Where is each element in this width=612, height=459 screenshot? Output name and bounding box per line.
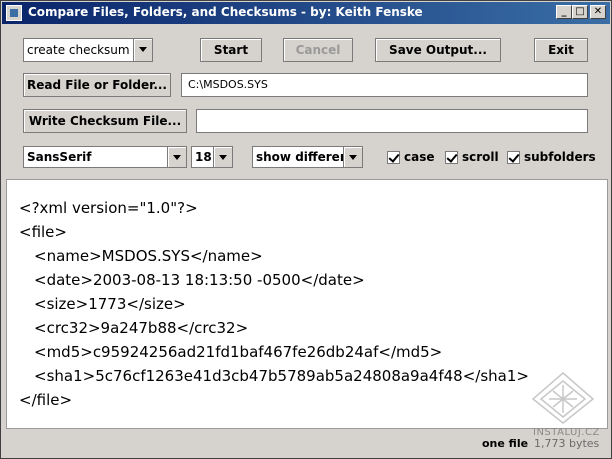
case-checkbox[interactable]: case xyxy=(387,149,435,165)
size-select[interactable]: 18 xyxy=(191,146,233,168)
status-byte-count: 1,773 bytes xyxy=(534,437,600,450)
status-file-count: one file xyxy=(482,437,529,450)
output-line: <md5>c95924256ad21fd1baf467fe26db24af</m… xyxy=(34,343,443,361)
app-window: Compare Files, Folders, and Checksums - … xyxy=(0,0,612,459)
subfolders-checkbox[interactable]: subfolders xyxy=(507,149,596,165)
output-text-area[interactable]: <?xml version="1.0"?> <file> <name>MSDOS… xyxy=(6,179,608,429)
start-button[interactable]: Start xyxy=(200,38,262,62)
output-line: <crc32>9a247b88</crc32> xyxy=(34,319,249,337)
chevron-down-icon[interactable] xyxy=(213,147,232,167)
output-line: <sha1>5c76cf1263e41d3cb47b5789ab5a24808a… xyxy=(34,367,529,385)
minimize-button[interactable]: _ xyxy=(556,5,572,19)
output-line: <name>MSDOS.SYS</name> xyxy=(34,247,263,265)
read-path-field[interactable]: C:\MSDOS.SYS xyxy=(181,73,588,97)
subfolders-checkbox-label: subfolders xyxy=(524,150,596,164)
output-line: <file> xyxy=(19,223,67,241)
app-icon xyxy=(6,5,22,21)
output-line: <date>2003-08-13 18:13:50 -0500</date> xyxy=(34,271,365,289)
window-title: Compare Files, Folders, and Checksums - … xyxy=(28,5,423,19)
cancel-button[interactable]: Cancel xyxy=(283,38,353,62)
show-select-value: show different xyxy=(256,150,355,164)
output-line: <?xml version="1.0"?> xyxy=(19,199,198,217)
mode-select[interactable]: create checksum xyxy=(23,38,153,62)
size-select-value: 18 xyxy=(195,150,212,164)
show-select[interactable]: show different xyxy=(252,146,363,168)
mode-select-value: create checksum xyxy=(27,43,130,57)
save-output-button[interactable]: Save Output... xyxy=(375,38,501,62)
write-checksum-button[interactable]: Write Checksum File... xyxy=(23,109,187,133)
watermark-logo xyxy=(531,372,595,424)
check-icon[interactable] xyxy=(387,150,400,164)
close-button[interactable]: ✕ xyxy=(590,5,606,19)
exit-button[interactable]: Exit xyxy=(534,38,588,62)
chevron-down-icon[interactable] xyxy=(133,39,152,61)
title-bar[interactable]: Compare Files, Folders, and Checksums - … xyxy=(2,2,610,24)
check-icon[interactable] xyxy=(445,150,458,164)
scroll-checkbox-label: scroll xyxy=(462,150,499,164)
read-file-button[interactable]: Read File or Folder... xyxy=(23,73,171,97)
font-select-value: SansSerif xyxy=(27,150,92,164)
case-checkbox-label: case xyxy=(404,150,435,164)
maximize-button[interactable]: □ xyxy=(572,5,588,19)
chevron-down-icon[interactable] xyxy=(343,147,362,167)
output-line: </file> xyxy=(19,391,73,409)
output-line: <size>1773</size> xyxy=(34,295,186,313)
write-path-field[interactable] xyxy=(196,109,588,133)
font-select[interactable]: SansSerif xyxy=(23,146,187,168)
scroll-checkbox[interactable]: scroll xyxy=(445,149,499,165)
check-icon[interactable] xyxy=(507,150,520,164)
chevron-down-icon[interactable] xyxy=(167,147,186,167)
